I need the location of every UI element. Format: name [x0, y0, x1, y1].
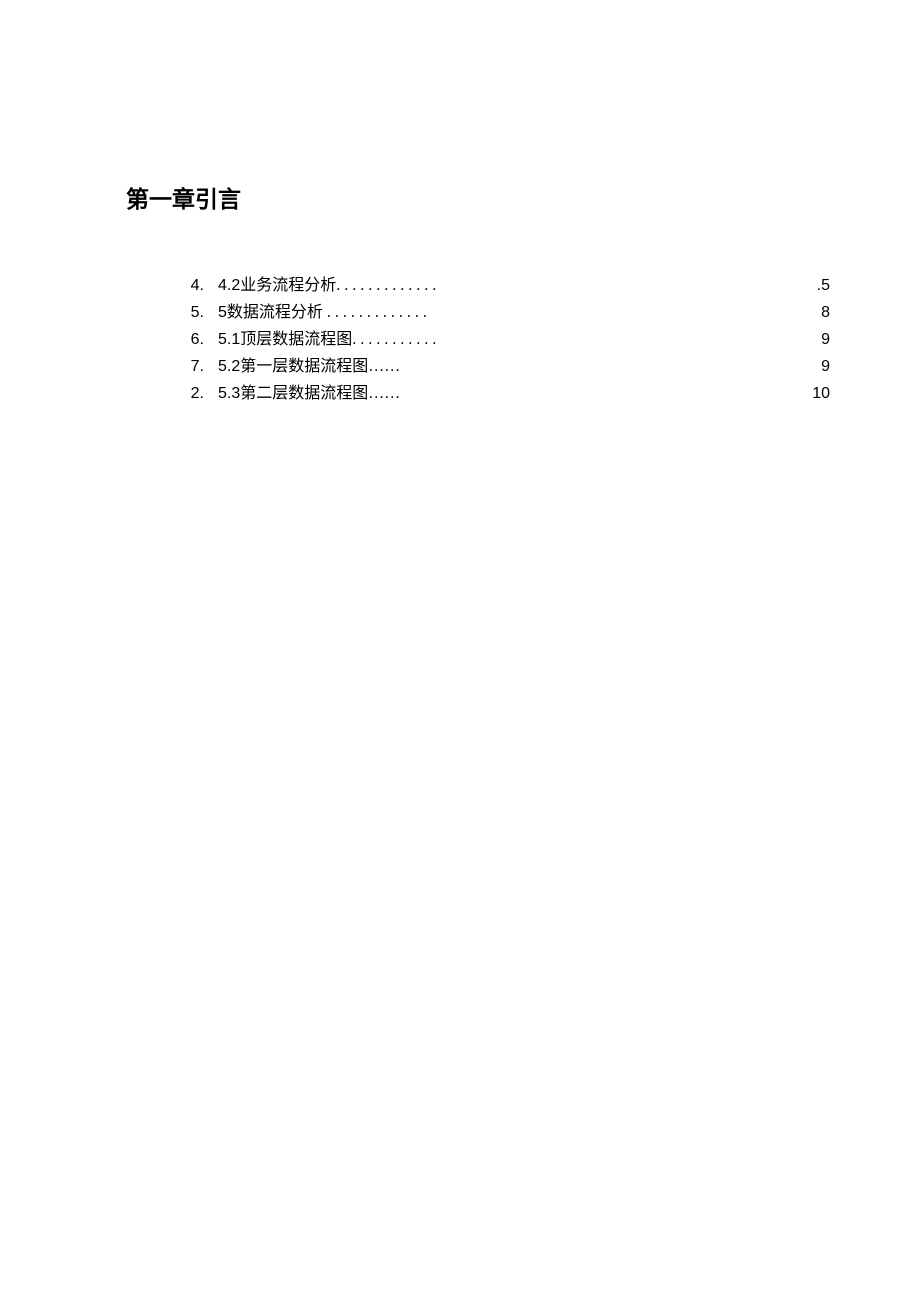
toc-list: 4. 4.2业务流程分析. . . . . . . . . . . . . .5… [126, 272, 830, 407]
toc-item: 4. 4.2业务流程分析. . . . . . . . . . . . . .5 [176, 272, 830, 299]
toc-title: 顶层数据流程图 [240, 331, 352, 348]
toc-title: 第二层数据流程图 [240, 385, 368, 402]
toc-text: 5.1顶层数据流程图. . . . . . . . . . . [218, 326, 436, 353]
toc-text: 4.2业务流程分析. . . . . . . . . . . . . [218, 272, 436, 299]
toc-text: 5.2第一层数据流程图…… [218, 353, 400, 380]
toc-page-number: 10 [812, 380, 830, 407]
toc-section-number: 5.3 [218, 385, 240, 402]
toc-text: 5.3第二层数据流程图…… [218, 380, 400, 407]
toc-number: 6. [176, 326, 204, 353]
toc-number: 5. [176, 299, 204, 326]
toc-dots: . . . . . . . . . . . [352, 331, 436, 348]
toc-page-number: 8 [821, 299, 830, 326]
document-page: 第一章引言 4. 4.2业务流程分析. . . . . . . . . . . … [0, 0, 920, 407]
toc-item: 6. 5.1顶层数据流程图. . . . . . . . . . . 9 [176, 326, 830, 353]
toc-item: 5. 5数据流程分析 . . . . . . . . . . . . . 8 [176, 299, 830, 326]
toc-item: 7. 5.2第一层数据流程图…… 9 [176, 353, 830, 380]
toc-section-number: 4.2 [218, 277, 240, 294]
toc-dots: …… [368, 358, 400, 375]
toc-dots: …… [368, 385, 400, 402]
toc-text: 5数据流程分析 . . . . . . . . . . . . . [218, 299, 427, 326]
toc-title: 业务流程分析 [240, 277, 336, 294]
toc-title: 第一层数据流程图 [240, 358, 368, 375]
chapter-title: 第一章引言 [126, 180, 830, 214]
toc-section-number: 5 [218, 304, 227, 321]
toc-page-number: .5 [817, 272, 830, 299]
toc-title: 数据流程分析 [227, 304, 323, 321]
toc-section-number: 5.2 [218, 358, 240, 375]
toc-page-number: 9 [821, 326, 830, 353]
toc-page-number: 9 [821, 353, 830, 380]
toc-dots: . . . . . . . . . . . . . [336, 277, 436, 294]
toc-number: 7. [176, 353, 204, 380]
toc-section-number: 5.1 [218, 331, 240, 348]
toc-dots: . . . . . . . . . . . . . [323, 304, 427, 321]
toc-number: 2. [176, 380, 204, 407]
toc-item: 2. 5.3第二层数据流程图…… 10 [176, 380, 830, 407]
toc-number: 4. [176, 272, 204, 299]
